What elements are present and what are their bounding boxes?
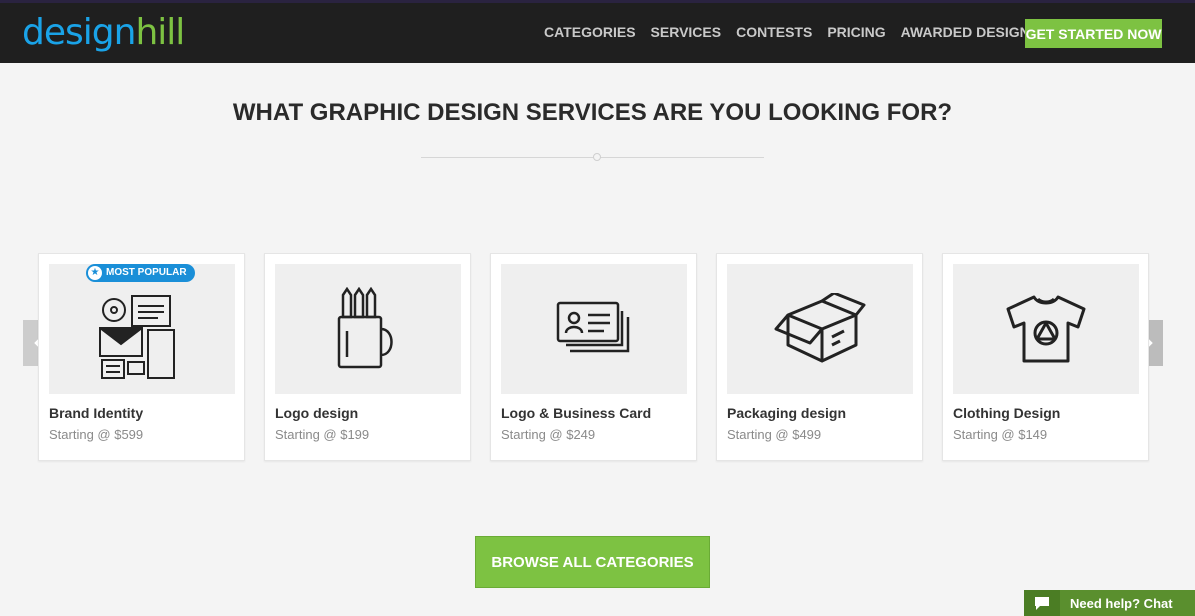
- open-box-icon: [774, 293, 866, 363]
- logo-text-design: design: [22, 12, 136, 53]
- card-title: Logo & Business Card: [501, 405, 652, 421]
- nav-categories[interactable]: CATEGORIES: [544, 24, 636, 40]
- card-price: Starting @ $199: [275, 427, 370, 442]
- top-navbar: designhill CATEGORIES SERVICES CONTESTS …: [0, 0, 1195, 63]
- star-icon: ★: [88, 266, 102, 280]
- card-thumbnail: [727, 264, 913, 394]
- card-thumbnail: [275, 264, 461, 394]
- browse-all-categories-button[interactable]: BROWSE ALL CATEGORIES: [475, 536, 710, 588]
- nav-services[interactable]: SERVICES: [651, 24, 722, 40]
- service-card-logo-design[interactable]: Logo design Starting @ $199: [264, 253, 471, 461]
- most-popular-badge: ★ MOST POPULAR: [86, 264, 195, 282]
- divider-dot: [593, 153, 601, 161]
- badge-label: MOST POPULAR: [106, 267, 187, 278]
- business-card-icon: [556, 301, 630, 353]
- service-card-brand-identity[interactable]: ★ MOST POPULAR Brand Identity Starting @…: [38, 253, 245, 461]
- chat-bubble-icon: [1024, 590, 1060, 616]
- card-thumbnail: [953, 264, 1139, 394]
- card-price: Starting @ $499: [727, 427, 822, 442]
- pencil-cup-icon: [337, 287, 393, 369]
- card-price: Starting @ $149: [953, 427, 1048, 442]
- main-nav: CATEGORIES SERVICES CONTESTS PRICING AWA…: [544, 24, 1054, 40]
- get-started-button[interactable]: GET STARTED NOW: [1025, 19, 1162, 48]
- chat-widget[interactable]: Need help? Chat: [1024, 590, 1195, 616]
- nav-contests[interactable]: CONTESTS: [736, 24, 812, 40]
- service-card-clothing-design[interactable]: Clothing Design Starting @ $149: [942, 253, 1149, 461]
- nav-awarded-designs[interactable]: AWARDED DESIGNS: [901, 24, 1039, 40]
- chat-label: Need help? Chat: [1070, 595, 1173, 611]
- designhill-logo[interactable]: designhill: [22, 12, 185, 53]
- service-card-packaging-design[interactable]: Packaging design Starting @ $499: [716, 253, 923, 461]
- card-title: Packaging design: [727, 405, 847, 421]
- card-thumbnail: [49, 264, 235, 394]
- title-divider: [421, 153, 764, 161]
- card-title: Logo design: [275, 405, 359, 421]
- card-thumbnail: [501, 264, 687, 394]
- card-price: Starting @ $249: [501, 427, 596, 442]
- tshirt-icon: [1006, 295, 1086, 363]
- card-title: Clothing Design: [953, 405, 1061, 421]
- service-card-logo-business-card[interactable]: Logo & Business Card Starting @ $249: [490, 253, 697, 461]
- page-title: WHAT GRAPHIC DESIGN SERVICES ARE YOU LOO…: [232, 99, 953, 126]
- card-title: Brand Identity: [49, 405, 144, 421]
- nav-pricing[interactable]: PRICING: [827, 24, 885, 40]
- logo-text-hill: hill: [135, 12, 185, 53]
- brand-identity-icon: [99, 295, 175, 379]
- card-price: Starting @ $599: [49, 427, 144, 442]
